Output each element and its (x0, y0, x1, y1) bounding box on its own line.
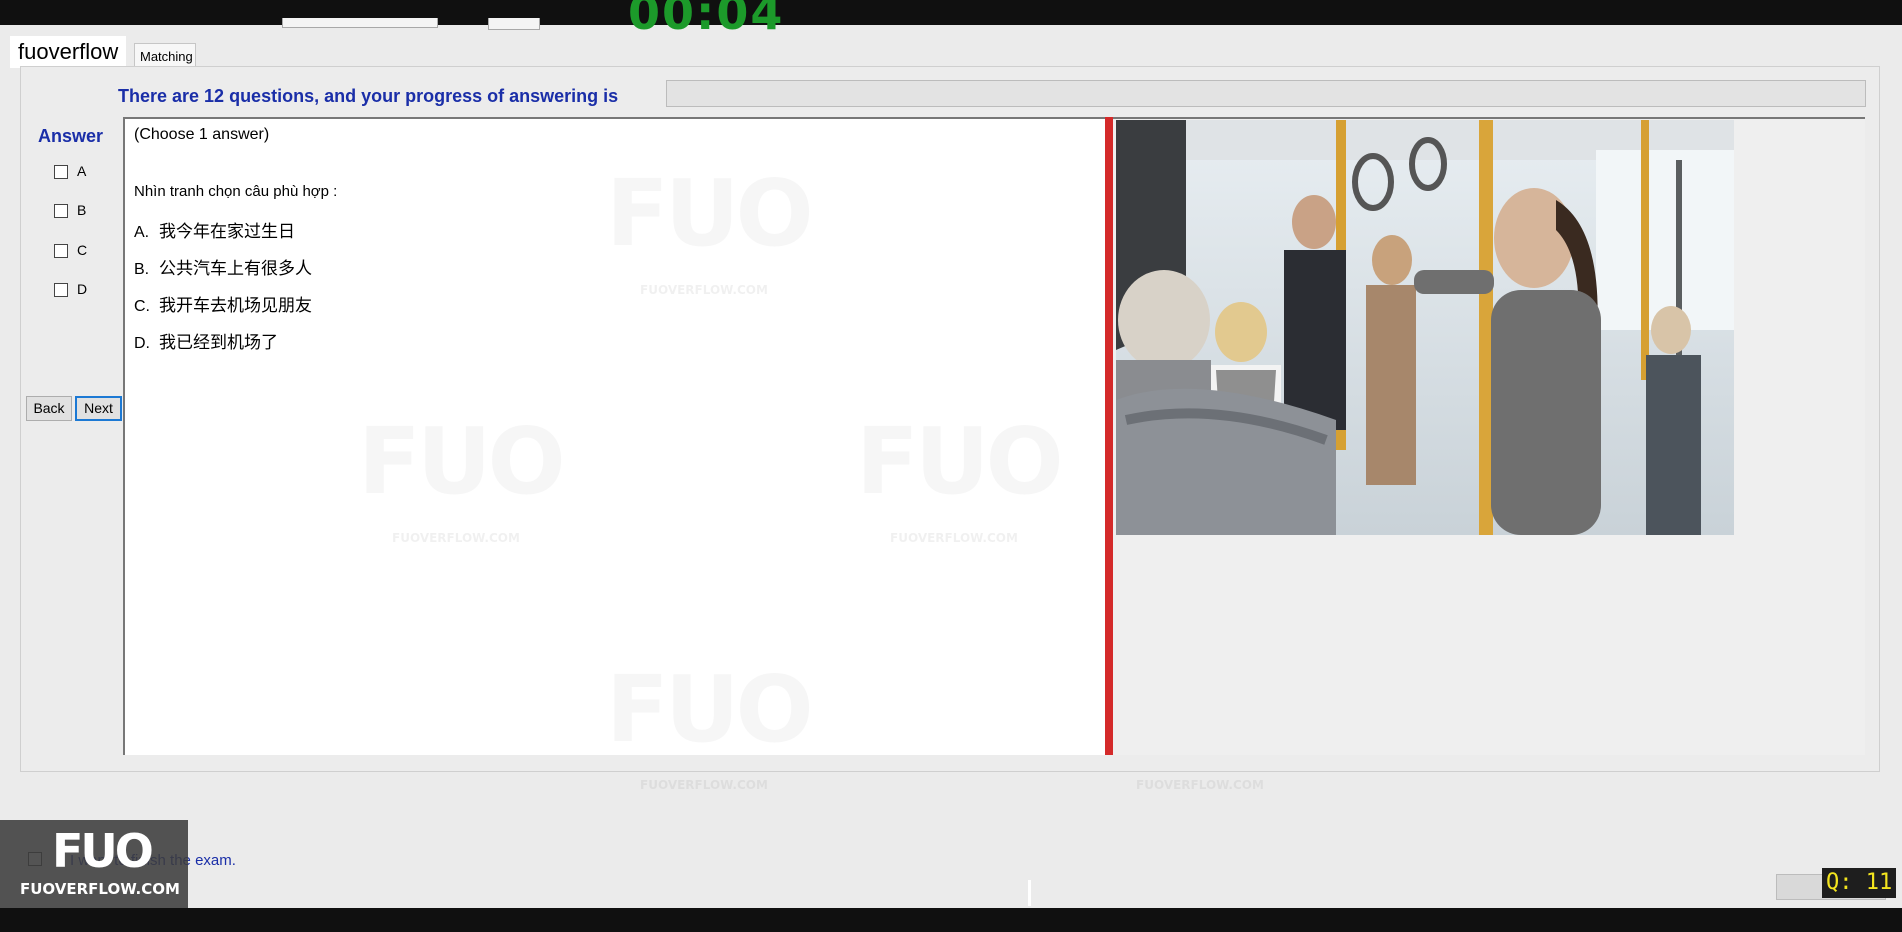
watermark-logo: FUO (606, 656, 810, 763)
next-button[interactable]: Next (75, 396, 122, 421)
checkbox-d[interactable] (54, 283, 68, 297)
timer-container: 00:04 (628, 0, 808, 37)
choice-b: B. 公共汽车上有很多人 (134, 254, 312, 279)
question-image (1116, 120, 1734, 535)
watermark-site: FUOVERFLOW.COM (392, 531, 520, 545)
choice-c: C. 我开车去机场见朋友 (134, 291, 312, 316)
back-button[interactable]: Back (26, 396, 72, 421)
checkbox-c[interactable] (54, 244, 68, 258)
choice-text: 我开车去机场见朋友 (159, 296, 312, 316)
choice-text: 公共汽车上有很多人 (159, 259, 312, 279)
option-label-b: B (77, 202, 87, 218)
watermark-site: FUOVERFLOW.COM (890, 531, 1018, 545)
logo-subtext: FUOVERFLOW.COM (20, 880, 180, 898)
bottom-black-bar (0, 908, 1902, 932)
watermark-logo: FUO (856, 408, 1060, 515)
top-combobox[interactable] (282, 18, 438, 28)
bus-passengers-image (1116, 120, 1734, 535)
watermark-site: FUOVERFLOW.COM (640, 778, 768, 792)
choice-a: A. 我今年在家过生日 (134, 217, 295, 242)
panel-divider[interactable] (1105, 117, 1113, 755)
watermark-logo: FUO (358, 408, 562, 515)
option-label-a: A (77, 163, 87, 179)
question-instruction: (Choose 1 answer) (134, 126, 270, 143)
progress-text: There are 12 questions, and your progres… (118, 86, 619, 106)
option-label-d: D (77, 281, 88, 297)
tab-matching[interactable]: Matching (134, 43, 196, 68)
fuoverflow-logo: FUO FUOVERFLOW.COM (0, 820, 188, 908)
choice-d: D. 我已经到机场了 (134, 328, 278, 353)
progress-bar (666, 80, 1866, 107)
choice-letter: C. (134, 298, 150, 315)
question-prompt: Nhìn tranh chọn câu phù hợp : (134, 183, 338, 200)
choice-letter: D. (134, 335, 150, 352)
choice-letter: A. (134, 224, 150, 241)
scroll-marker (1028, 880, 1031, 906)
exam-timer: 00:04 (628, 0, 785, 37)
choice-letter: B. (134, 261, 150, 278)
watermark-site: FUOVERFLOW.COM (1136, 778, 1264, 792)
checkbox-a[interactable] (54, 165, 68, 179)
watermark-site: FUOVERFLOW.COM (640, 283, 768, 297)
option-label-c: C (77, 242, 88, 258)
choice-text: 我今年在家过生日 (159, 222, 295, 242)
watermark-logo: FUO (606, 160, 810, 267)
logo-text: FUO (52, 824, 154, 878)
question-counter: Q: 11 (1822, 868, 1897, 898)
answer-title: Answer (38, 126, 104, 146)
choice-text: 我已经到机场了 (159, 333, 278, 353)
checkbox-b[interactable] (54, 204, 68, 218)
top-small-box[interactable] (488, 18, 540, 30)
fuoverflow-label: fuoverflow (10, 36, 127, 68)
